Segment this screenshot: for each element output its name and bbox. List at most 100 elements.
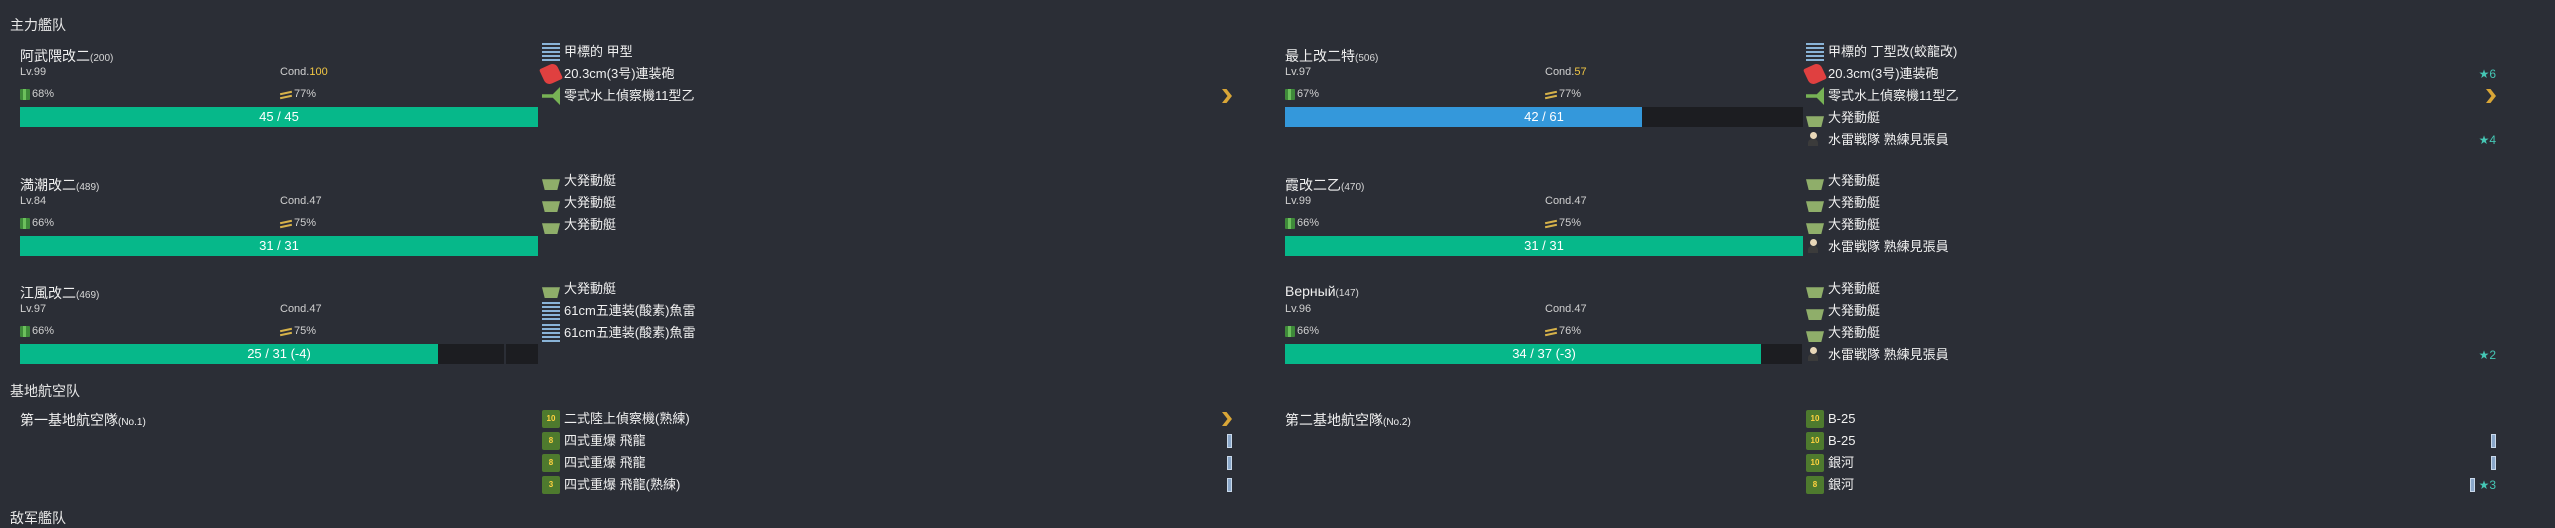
seaplane-icon xyxy=(542,87,560,105)
landing-craft-icon xyxy=(542,201,560,212)
equipment-name: 大発動艇 xyxy=(1828,110,1881,125)
land-base-name[interactable]: 第二基地航空隊(No.2) xyxy=(1285,410,1411,430)
equipment-item[interactable]: 大発動艇 xyxy=(1806,300,2496,322)
equipment-item[interactable]: 20.3cm(3号)連装砲 ★6 xyxy=(1803,62,2496,86)
equipment-item[interactable]: 甲標的 丁型改(蛟龍改) xyxy=(1806,41,2496,63)
enemy-fleet-title: 敌军艦队 xyxy=(10,510,66,526)
ship-condition: Cond.47 xyxy=(280,195,322,207)
equipment-item[interactable]: 水雷戦隊 熟練見張員 ★4 xyxy=(1806,129,2496,151)
squadron-item[interactable]: 10 二式陸上偵察機(熟練) xyxy=(542,408,1232,430)
equipment-item[interactable]: 大発動艇 xyxy=(1806,214,2496,236)
equipment-name: 甲標的 甲型 xyxy=(564,44,633,59)
condition-label: Cond. xyxy=(280,195,310,207)
ship-level: Lv.97 xyxy=(1285,66,1312,78)
ship-condition: Cond.47 xyxy=(280,303,322,315)
ship-level: Lv.99 xyxy=(20,66,47,78)
equipment-item[interactable]: 20.3cm(3号)連装砲 xyxy=(539,62,1232,86)
hp-bar: 25 / 31 (-4) xyxy=(20,344,538,364)
equipment-name: 大発動艇 xyxy=(1828,173,1881,188)
fuel-icon xyxy=(20,88,30,100)
ship-card[interactable]: Верный(147) Lv.96 Cond.47 66% 76% 34 / 37 (-3… xyxy=(1285,283,1805,383)
equipment-item[interactable]: 大発動艇 xyxy=(542,170,1232,192)
equipment-item[interactable]: 大発動艇 xyxy=(542,278,1232,300)
aircraft-count-icon: 8 xyxy=(542,454,560,472)
condition-value: 100 xyxy=(309,66,328,78)
ship-ammo: 77% xyxy=(1545,88,1581,100)
ship-card[interactable]: 最上改二特(506) Lv.97 Cond.57 67% 77% 42 / 61 xyxy=(1285,46,1805,146)
squadron-item[interactable]: 10 B-25 xyxy=(1806,408,2496,430)
equipment-extras: ★4 xyxy=(2479,129,2496,151)
ship-level: Lv.96 xyxy=(1285,303,1312,315)
ship-card[interactable]: 阿武隈改二(200) Lv.99 Cond.100 68% 77% 45 / 45 xyxy=(20,46,540,146)
squadron-item[interactable]: 8 銀河 ★3 xyxy=(1806,474,2496,496)
personnel-icon xyxy=(1806,238,1824,256)
equipment-item[interactable]: 大発動艇 xyxy=(1806,192,2496,214)
ship-name-text: 霞改二乙 xyxy=(1285,177,1341,193)
equipment-name: 20.3cm(3号)連装砲 xyxy=(1828,66,1939,81)
land-base-name[interactable]: 第一基地航空隊(No.1) xyxy=(20,410,146,430)
ship-level: Lv.84 xyxy=(20,195,47,207)
fuel-icon xyxy=(1285,325,1295,337)
ship-level: Lv.99 xyxy=(1285,195,1312,207)
landing-craft-icon xyxy=(1806,309,1824,320)
equipment-item[interactable]: 61cm五連装(酸素)魚雷 xyxy=(542,322,1232,344)
ship-fuel: 68% xyxy=(20,88,54,100)
equipment-name: 大発動艇 xyxy=(564,173,617,188)
equipment-name: 61cm五連装(酸素)魚雷 xyxy=(564,325,696,340)
equipment-name: 大発動艇 xyxy=(1828,325,1881,340)
condition-label: Cond. xyxy=(280,303,310,315)
equipment-list: 甲標的 甲型 20.3cm(3号)連装砲 零式水上偵察機11型乙 xyxy=(539,41,1232,107)
ammo-value: 75% xyxy=(1559,217,1582,229)
squadron-item[interactable]: 8 四式重爆 飛龍 xyxy=(542,452,1232,474)
ship-id: (489) xyxy=(76,182,100,193)
ship-name: Верный(147) xyxy=(1285,283,1359,299)
ship-name-text: 江風改二 xyxy=(20,285,76,301)
equipment-item[interactable]: 大発動艇 xyxy=(1806,107,2496,129)
ship-id: (200) xyxy=(90,53,114,64)
proficiency-bar-icon xyxy=(2491,456,2496,470)
squadron-extras xyxy=(2491,452,2496,474)
ship-card[interactable]: 江風改二(469) Lv.97 Cond.47 66% 75% 25 / 31 (-4) xyxy=(20,283,540,383)
equipment-item[interactable]: 大発動艇 xyxy=(542,192,1232,214)
fuel-value: 66% xyxy=(1297,217,1320,229)
hp-bar: 31 / 31 xyxy=(20,236,538,256)
seaplane-icon xyxy=(1806,87,1824,105)
ship-fuel: 67% xyxy=(1285,88,1319,100)
squadron-item[interactable]: 10 銀河 xyxy=(1806,452,2496,474)
equipment-item[interactable]: 大発動艇 xyxy=(1806,278,2496,300)
ship-card[interactable]: 霞改二乙(470) Lv.99 Cond.47 66% 75% 31 / 31 xyxy=(1285,175,1805,275)
condition-label: Cond. xyxy=(1545,66,1575,78)
hp-text: 45 / 45 xyxy=(259,109,299,124)
equipment-item[interactable]: 甲標的 甲型 xyxy=(542,41,1232,63)
ship-ammo: 75% xyxy=(280,217,316,229)
ammo-icon xyxy=(280,327,292,336)
landing-craft-icon xyxy=(1806,179,1824,190)
equipment-name: 大発動艇 xyxy=(564,281,617,296)
equipment-item[interactable]: 零式水上偵察機11型乙 xyxy=(1806,85,2496,107)
ship-name-text: 最上改二特 xyxy=(1285,48,1355,64)
proficiency-bar-icon xyxy=(2469,478,2475,492)
land-base-title: 基地航空队 xyxy=(10,383,80,399)
squadron-item[interactable]: 10 B-25 xyxy=(1806,430,2496,452)
land-base-id: (No.2) xyxy=(1383,417,1411,428)
land-base-name-text: 第一基地航空隊 xyxy=(20,412,118,428)
torpedo-icon xyxy=(542,324,560,342)
equipment-item[interactable]: 水雷戦隊 熟練見張員 ★2 xyxy=(1806,344,2496,366)
hp-text: 34 / 37 (-3) xyxy=(1512,346,1576,361)
hp-text: 25 / 31 (-4) xyxy=(247,346,311,361)
equipment-item[interactable]: 零式水上偵察機11型乙 xyxy=(542,85,1232,107)
aircraft-count-icon: 3 xyxy=(542,476,560,494)
condition-value: 47 xyxy=(1574,303,1587,315)
squadron-extras: ★3 xyxy=(2469,474,2496,496)
equipment-item[interactable]: 水雷戦隊 熟練見張員 xyxy=(1806,236,2496,258)
equipment-item[interactable]: 大発動艇 xyxy=(1806,322,2496,344)
squadron-item[interactable]: 8 四式重爆 飛龍 xyxy=(542,430,1232,452)
squadron-item[interactable]: 3 四式重爆 飛龍(熟練) xyxy=(542,474,1232,496)
land-base-name-text: 第二基地航空隊 xyxy=(1285,412,1383,428)
equipment-name: 甲標的 丁型改(蛟龍改) xyxy=(1828,44,1958,59)
hp-bar: 31 / 31 xyxy=(1285,236,1803,256)
equipment-item[interactable]: 61cm五連装(酸素)魚雷 xyxy=(542,300,1232,322)
ship-card[interactable]: 満潮改二(489) Lv.84 Cond.47 66% 75% 31 / 31 xyxy=(20,175,540,275)
equipment-item[interactable]: 大発動艇 xyxy=(542,214,1232,236)
equipment-item[interactable]: 大発動艇 xyxy=(1806,170,2496,192)
